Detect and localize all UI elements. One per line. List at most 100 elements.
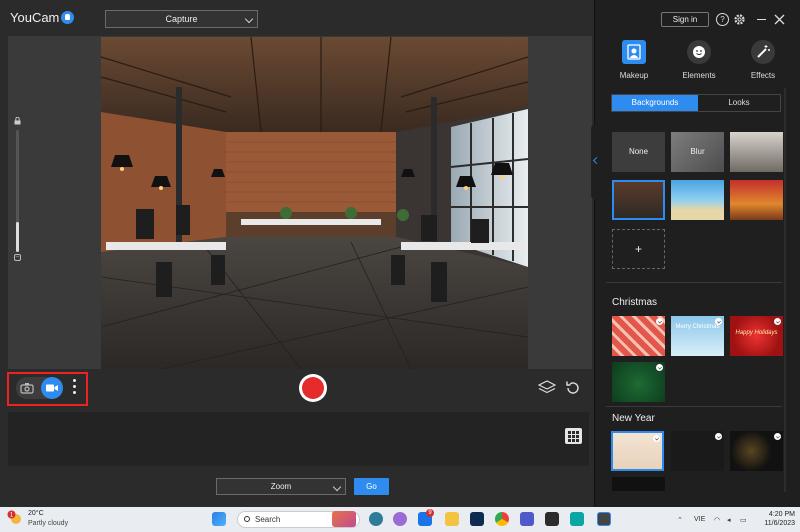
panel-scrollbar[interactable] — [784, 88, 786, 492]
app-icon[interactable] — [545, 512, 559, 526]
video-camera-icon — [46, 384, 58, 392]
download-icon — [715, 318, 722, 325]
background-subtabs: Backgrounds Looks — [611, 94, 781, 112]
mail-badge: 9 — [426, 509, 434, 517]
effects-icon — [751, 40, 775, 64]
new-year-thumb-partial[interactable] — [612, 477, 665, 491]
christmas-thumb-merry[interactable]: Merry Christmas — [671, 316, 724, 356]
photoshop-icon[interactable] — [470, 512, 484, 526]
search-icon — [244, 516, 250, 522]
chrome-icon[interactable] — [495, 512, 509, 526]
teams-icon[interactable] — [520, 512, 534, 526]
section-christmas: Christmas — [612, 297, 658, 308]
tab-makeup[interactable]: Makeup — [608, 40, 660, 80]
go-button[interactable]: Go — [354, 478, 389, 495]
merry-christmas-text: Merry Christmas — [675, 324, 720, 330]
christmas-thumb-pattern[interactable] — [612, 316, 665, 356]
section-divider — [606, 406, 782, 407]
tab-elements-label: Elements — [682, 71, 716, 80]
download-icon — [774, 433, 781, 440]
windows-taskbar: 1 20°C Partly cloudy Search 9 ⌃ VIE ◠ ◂ … — [0, 507, 800, 532]
weather-temp: 20°C — [28, 510, 44, 517]
background-none[interactable]: None — [612, 132, 665, 172]
app-logo: YouCam — [10, 10, 60, 25]
tab-effects-label: Effects — [750, 71, 776, 80]
weather-desc: Partly cloudy — [28, 520, 69, 527]
collapse-panel-handle[interactable] — [591, 124, 600, 200]
grid-view-icon[interactable] — [565, 428, 582, 444]
download-icon — [656, 364, 663, 371]
new-year-thumb-sparkle[interactable] — [730, 431, 783, 471]
download-icon — [774, 318, 781, 325]
tray-chevron-icon[interactable]: ⌃ — [677, 516, 683, 524]
file-explorer-icon[interactable] — [445, 512, 459, 526]
chevron-down-icon — [332, 482, 342, 492]
download-icon — [715, 433, 722, 440]
tab-backgrounds[interactable]: Backgrounds — [612, 95, 698, 111]
vscode-icon[interactable] — [570, 512, 584, 526]
christmas-thumb-holidays[interactable]: Happy Holidays — [730, 316, 783, 356]
video-mode-button[interactable] — [41, 377, 63, 399]
clock-date: 11/6/2023 — [764, 520, 795, 527]
background-office-loft-selected[interactable] — [612, 180, 665, 220]
tab-looks[interactable]: Looks — [698, 95, 780, 111]
windows-start-icon[interactable] — [212, 512, 226, 526]
copilot-icon[interactable] — [393, 512, 407, 526]
tab-makeup-label: Makeup — [619, 71, 649, 80]
new-year-thumb-light[interactable] — [611, 431, 664, 471]
background-beach[interactable] — [671, 180, 724, 220]
tab-effects[interactable]: Effects — [737, 40, 789, 80]
rotate-icon[interactable] — [565, 380, 581, 396]
clock-time: 4:20 PM — [768, 511, 795, 518]
camera-icon[interactable] — [19, 380, 35, 396]
notification-bell-icon[interactable] — [61, 11, 74, 24]
title-bar: YouCam Capture — [0, 0, 594, 36]
add-background-button[interactable]: + — [612, 229, 665, 269]
background-blur[interactable]: Blur — [671, 132, 724, 172]
search-label: Search — [255, 515, 281, 524]
chevron-down-icon — [244, 14, 254, 24]
media-strip — [8, 412, 589, 466]
section-new-year: New Year — [612, 413, 655, 424]
edge-icon[interactable] — [369, 512, 383, 526]
happy-holidays-text: Happy Holidays — [735, 330, 778, 336]
sign-in-button[interactable]: Sign in — [661, 12, 709, 27]
zoom-dropdown[interactable]: Zoom — [216, 478, 346, 495]
download-icon — [653, 435, 660, 442]
christmas-thumb-wreath[interactable] — [612, 362, 665, 402]
minus-icon: – — [14, 254, 21, 261]
tab-elements[interactable]: Elements — [673, 40, 725, 80]
new-year-thumb-dark[interactable] — [671, 431, 724, 471]
more-options-icon[interactable] — [70, 377, 78, 399]
battery-icon[interactable]: ▭ — [740, 516, 747, 524]
zoom-label: Zoom — [270, 482, 292, 491]
speaker-icon[interactable]: ◂ — [727, 516, 731, 524]
record-button[interactable] — [299, 374, 327, 402]
language-indicator[interactable]: VIE — [694, 516, 705, 523]
lock-icon — [14, 117, 21, 125]
youcam-window: YouCam Capture – Zoom Go Sign in ? Makeu… — [0, 0, 800, 507]
layers-icon[interactable] — [538, 380, 556, 396]
wifi-icon[interactable]: ◠ — [714, 516, 720, 524]
close-icon[interactable] — [774, 14, 785, 25]
brightness-slider-handle[interactable] — [16, 222, 19, 252]
youcam-taskbar-icon[interactable] — [597, 512, 611, 526]
taskbar-clock[interactable]: 4:20 PM 11/6/2023 — [757, 510, 795, 528]
camera-preview-area — [8, 36, 592, 369]
elements-icon — [687, 40, 711, 64]
background-living-room[interactable] — [730, 132, 783, 172]
makeup-icon — [622, 40, 646, 64]
weather-icon[interactable]: 1 — [7, 510, 23, 526]
minimize-icon[interactable] — [757, 19, 766, 20]
capture-source-label: Capture — [165, 14, 198, 24]
help-icon[interactable]: ? — [716, 13, 729, 26]
download-icon — [656, 318, 663, 325]
office-loft-background — [101, 37, 528, 369]
background-autumn[interactable] — [730, 180, 783, 220]
section-divider — [606, 282, 782, 283]
search-highlight-icon[interactable] — [332, 511, 356, 527]
camera-preview-image — [101, 37, 528, 369]
gear-icon[interactable] — [733, 13, 746, 26]
capture-source-dropdown[interactable]: Capture — [105, 10, 258, 28]
mail-icon[interactable]: 9 — [418, 509, 434, 526]
